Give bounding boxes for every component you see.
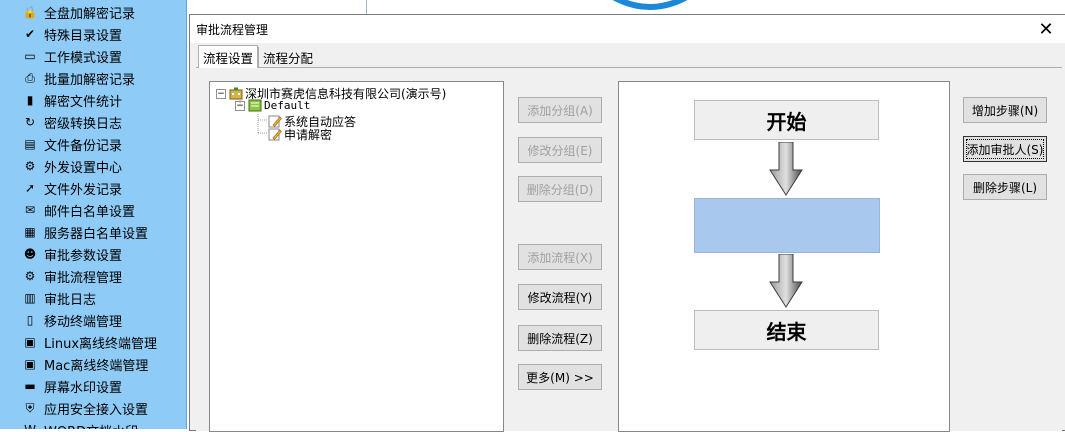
sidebar-item[interactable]: ▮ 解密文件统计 (22, 89, 122, 111)
add-flow-button[interactable]: 添加流程(X) (518, 244, 602, 270)
sidebar-item-label: 批量加解密记录 (44, 72, 136, 88)
flow-step-node[interactable] (694, 198, 880, 253)
background-logo-arc (612, 0, 688, 10)
tree-connector-lines (239, 100, 267, 134)
add-approver-button[interactable]: 添加审批人(S) (963, 136, 1047, 162)
sidebar-item[interactable]: ✔ 特殊目录设置 (22, 23, 122, 45)
dialog-titlebar: 审批流程管理 ✕ (190, 15, 1065, 43)
dialog-title: 审批流程管理 (196, 23, 269, 37)
sidebar-item-label: 审批日志 (44, 292, 97, 308)
tab-flow-settings[interactable]: 流程设置 (198, 45, 259, 68)
delete-flow-button[interactable]: 删除流程(Z) (518, 325, 602, 351)
server-icon: ▦ (24, 225, 36, 239)
disk-encrypt-icon: 🔒 (22, 5, 38, 19)
sidebar-item[interactable]: ⚙ 外发设置中心 (22, 155, 122, 177)
more-button[interactable]: 更多(M) >> (518, 364, 602, 390)
sidebar-item-label: 特殊目录设置 (44, 28, 123, 44)
sidebar-item-label: 外发设置中心 (44, 160, 123, 176)
sidebar-item[interactable]: ▣ Mac离线终端管理 (22, 353, 148, 375)
word-watermark-icon: W (22, 422, 38, 429)
down-arrow-icon (769, 142, 803, 196)
sidebar-item[interactable]: ▭ 工作模式设置 (22, 45, 122, 67)
mail-icon: ✉ (24, 203, 36, 217)
sidebar-item-label: 审批流程管理 (44, 270, 123, 286)
tree-label-flow: 申请解密 (284, 128, 333, 142)
add-step-button[interactable]: 增加步骤(N) (963, 97, 1047, 123)
close-icon: ✕ (1038, 18, 1054, 40)
gears-icon: ⚙ (24, 159, 36, 173)
sidebar-item-label: 密级转换日志 (44, 116, 123, 132)
bar-chart-icon: ▮ (26, 93, 34, 107)
linux-terminal-icon: ▣ (24, 335, 36, 349)
screen-watermark-icon: ▬ (24, 379, 36, 393)
sidebar-item[interactable]: ▯ 移动终端管理 (22, 309, 122, 331)
sidebar-item-label: 应用安全接入设置 (44, 402, 149, 418)
flow-end-node: 结束 (694, 310, 879, 350)
tab-flow-assignment[interactable]: 流程分配 (258, 47, 317, 67)
sidebar-nav: 🔒 全盘加解密记录 ✔ 特殊目录设置 ▭ 工作模式设置 ⎙ 批量加解密记录 ▮ 解密文件统计 ↻ 密级… (0, 0, 187, 429)
background-divider (366, 0, 367, 14)
sidebar-item[interactable]: ▥ 审批日志 (22, 287, 96, 309)
sidebar-item[interactable]: ✉ 邮件白名单设置 (22, 199, 135, 221)
down-arrow-icon (769, 254, 803, 308)
sidebar-item-label: Linux离线终端管理 (44, 336, 158, 352)
flow-gears-icon: ⚙ (24, 269, 36, 283)
close-button[interactable]: ✕ (1032, 17, 1060, 41)
sidebar-item-label: 工作模式设置 (44, 50, 123, 66)
sidebar-item[interactable]: W WORD文档水印 (22, 419, 138, 429)
sidebar-item[interactable]: 🔒 全盘加解密记录 (22, 1, 136, 23)
mac-terminal-icon: ▣ (24, 357, 36, 371)
sidebar-item[interactable]: ☻ 审批参数设置 (22, 243, 122, 265)
add-group-button[interactable]: 添加分组(A) (518, 97, 602, 123)
sidebar-item-label: 移动终端管理 (44, 314, 123, 330)
outgoing-file-icon: ➚ (24, 181, 36, 195)
backup-icon: ▤ (24, 137, 36, 151)
sidebar-item-label: 解密文件统计 (44, 94, 123, 110)
sidebar-item-label: 审批参数设置 (44, 248, 123, 264)
flow-tree: − 深圳市赛虎信息科技有限公司(演示号) − Default 系统自动应答 申请… (209, 81, 504, 432)
app-security-icon: ⛨ (25, 401, 35, 415)
sidebar-item-label: 屏幕水印设置 (44, 380, 123, 396)
special-folder-icon: ✔ (24, 27, 36, 41)
sidebar-item[interactable]: ⎙ 批量加解密记录 (22, 67, 135, 89)
sidebar-item[interactable]: ⚙ 审批流程管理 (22, 265, 122, 287)
delete-step-button[interactable]: 删除步骤(L) (963, 174, 1047, 200)
sidebar-item[interactable]: ▣ Linux离线终端管理 (22, 331, 157, 353)
sidebar-item-label: 全盘加解密记录 (44, 6, 136, 22)
sidebar-item[interactable]: ➚ 文件外发记录 (22, 177, 122, 199)
sidebar-item[interactable]: ⛨ 应用安全接入设置 (22, 397, 148, 419)
mobile-icon: ▯ (26, 313, 34, 327)
printer-icon: ⎙ (25, 71, 35, 85)
sidebar-item-label: WORD文档水印 (44, 421, 138, 430)
log-book-icon: ▥ (24, 291, 36, 305)
sidebar-item-label: 文件外发记录 (44, 182, 123, 198)
sidebar-item-label: 服务器白名单设置 (44, 226, 149, 242)
delete-group-button[interactable]: 删除分组(D) (518, 176, 602, 202)
convert-log-icon: ↻ (24, 115, 36, 129)
sidebar-item[interactable]: ▤ 文件备份记录 (22, 133, 122, 155)
sidebar-item-label: 文件备份记录 (44, 138, 123, 154)
sidebar-item[interactable]: ▬ 屏幕水印设置 (22, 375, 122, 397)
sidebar-item[interactable]: ↻ 密级转换日志 (22, 111, 122, 133)
sidebar-item[interactable]: ▦ 服务器白名单设置 (22, 221, 148, 243)
sidebar-item-label: 邮件白名单设置 (44, 204, 136, 220)
sidebar-item-label: Mac离线终端管理 (44, 358, 149, 374)
edit-group-button[interactable]: 修改分组(E) (518, 137, 602, 163)
edit-flow-button[interactable]: 修改流程(Y) (518, 284, 602, 310)
flow-start-node: 开始 (694, 100, 879, 140)
approval-flow-dialog: 审批流程管理 ✕ 流程设置 流程分配 − 深圳市赛虎信息科技有限公司(演示号) … (189, 14, 1065, 432)
user-settings-icon: ☻ (23, 247, 37, 261)
monitor-icon: ▭ (24, 49, 36, 63)
flow-chart-panel: 开始 结束 (618, 81, 950, 432)
